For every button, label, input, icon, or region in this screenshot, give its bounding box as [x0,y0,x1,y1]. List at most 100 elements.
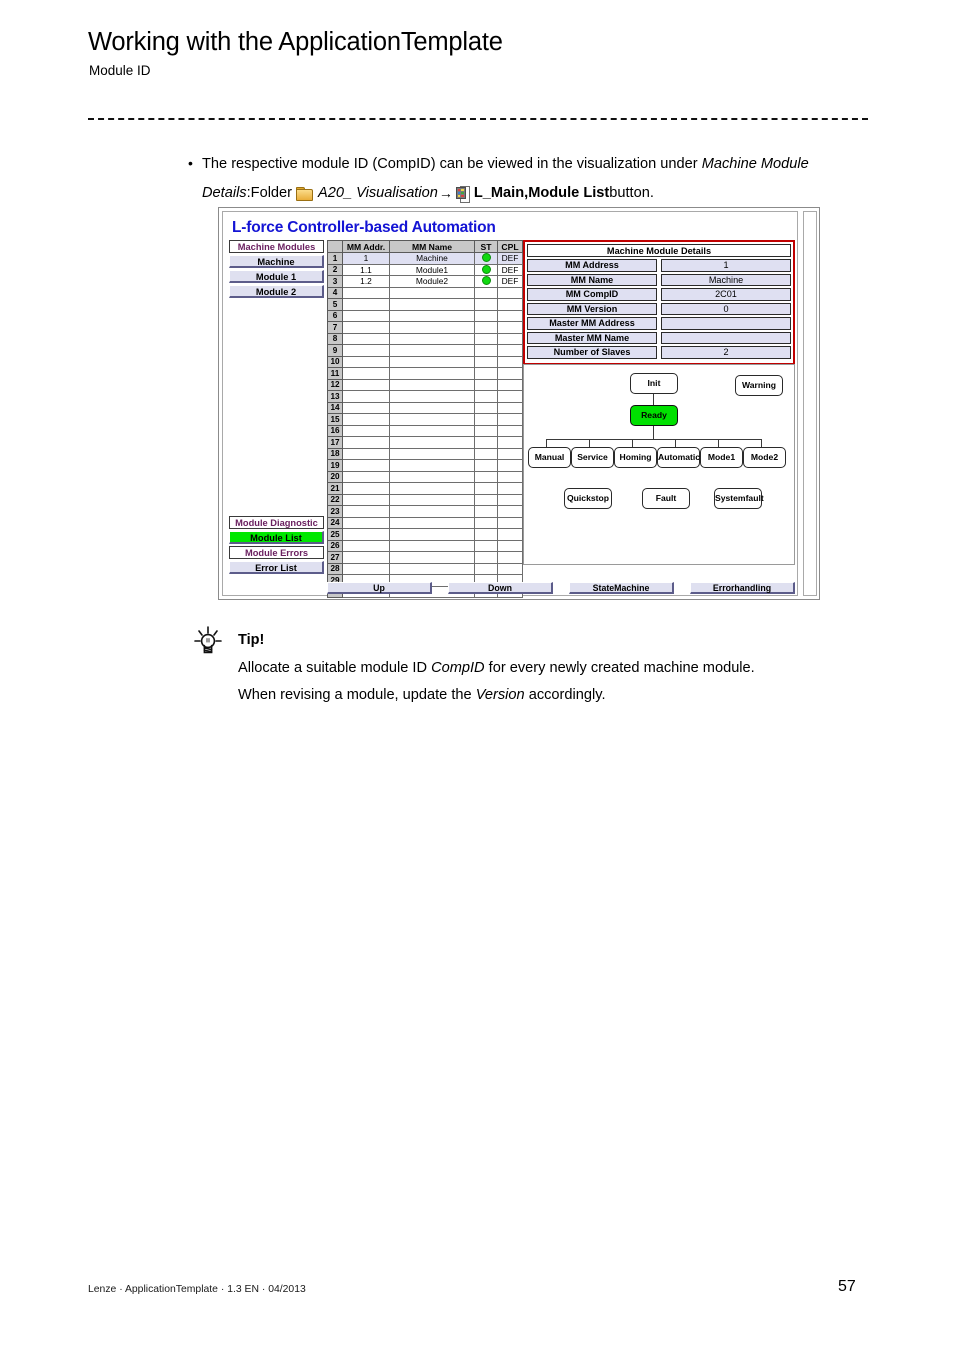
cell-mm-addr [342,470,390,483]
cell-cpl [497,355,523,368]
cell-mm-addr [342,424,390,437]
bullet-marker: • [188,155,193,171]
table-row[interactable]: 1 1 Machine DEF [327,252,523,265]
state-ready[interactable]: Ready [630,405,678,426]
connector-init-ready [653,394,655,405]
state-manual[interactable]: Manual [528,447,571,468]
sidebar-item-error-list[interactable]: Error List [229,561,324,574]
tip-heading: Tip! [238,632,265,648]
table-row[interactable]: 17 [327,436,523,449]
table-row[interactable]: 15 [327,413,523,426]
table-row[interactable]: 14 [327,401,523,414]
row-number: 15 [327,413,343,426]
sidebar-item-module-2[interactable]: Module 2 [229,285,324,298]
table-row[interactable]: 3 1.2 Module2 DEF [327,275,523,288]
cell-cpl [497,321,523,334]
state-homing[interactable]: Homing [614,447,657,468]
sidebar-item-machine[interactable]: Machine [229,255,324,268]
state-service[interactable]: Service [571,447,614,468]
table-row[interactable]: 28 [327,562,523,575]
bullet-italic-machine-module: Machine Module [701,156,809,172]
table-row[interactable]: 16 [327,424,523,437]
state-automatic[interactable]: Automatic [657,447,700,468]
row-number: 5 [327,298,343,311]
hmi-screenshot: L-force Controller-based Automation Mach… [218,207,820,600]
cell-cpl [497,459,523,472]
cell-status [474,505,498,518]
bullet-text-button: button. [609,185,654,201]
table-row[interactable]: 26 [327,539,523,552]
toolbar-up-button[interactable]: Up [327,582,432,594]
cell-cpl [497,332,523,345]
table-row[interactable]: 21 [327,482,523,495]
table-row[interactable]: 6 [327,309,523,322]
table-row[interactable]: 12 [327,378,523,391]
arrow-icon: → [438,185,453,201]
sidebar-item-module-1[interactable]: Module 1 [229,270,324,283]
cell-cpl [497,436,523,449]
details-value: 1 [661,259,791,272]
connector-horizontal-bus [546,439,762,441]
table-row[interactable]: 23 [327,505,523,518]
details-key: Master MM Name [527,331,657,344]
cell-status [474,470,498,483]
cell-mm-addr [342,528,390,541]
intro-bullet: • The respective module ID (CompID) can b… [188,152,888,204]
cell-mm-addr [342,321,390,334]
bullet-bold-module-list: Module List [528,185,610,201]
bullet-text-folder: :Folder [246,185,293,201]
cell-status [474,390,498,403]
state-systemfault[interactable]: Systemfault [714,488,764,509]
table-row[interactable]: 27 [327,551,523,564]
cell-status [474,413,498,426]
table-row[interactable]: 19 [327,459,523,472]
table-row[interactable]: 5 [327,298,523,311]
lightbulb-icon [194,626,222,654]
row-number: 8 [327,332,343,345]
cell-mm-addr [342,378,390,391]
row-number: 24 [327,516,343,529]
row-number: 18 [327,447,343,460]
table-row[interactable]: 2 1.1 Module1 DEF [327,263,523,276]
table-row[interactable]: 7 [327,321,523,334]
table-row[interactable]: 9 [327,344,523,357]
state-quickstop[interactable]: Quickstop [564,488,612,509]
state-init[interactable]: Init [630,373,678,394]
state-mode2[interactable]: Mode2 [743,447,786,468]
cell-status [474,562,498,575]
cell-cpl: DEF [497,263,523,276]
sidebar-item-module-list[interactable]: Module List [229,531,324,544]
table-row[interactable]: 24 [327,516,523,529]
row-number: 3 [327,275,343,288]
state-warning[interactable]: Warning [735,375,783,396]
cell-status [474,298,498,311]
toolbar-down-button[interactable]: Down [448,582,553,594]
row-number: 17 [327,436,343,449]
details-value [661,317,791,330]
table-row[interactable]: 13 [327,390,523,403]
state-mode1[interactable]: Mode1 [700,447,743,468]
cell-status [474,516,498,529]
cell-status [474,378,498,391]
table-row[interactable]: 25 [327,528,523,541]
state-fault[interactable]: Fault [642,488,690,509]
table-row[interactable]: 20 [327,470,523,483]
details-row: MM Name Machine [527,273,791,286]
details-key: MM Version [527,302,657,315]
status-ok-icon [481,253,491,263]
table-row[interactable]: 4 [327,286,523,299]
cell-mm-addr: 1 [342,252,390,265]
toolbar-errorhandling-button[interactable]: Errorhandling [690,582,795,594]
table-row[interactable]: 18 [327,447,523,460]
cell-mm-addr: 1.2 [342,275,390,288]
header-divider [88,118,868,120]
cell-mm-name [389,367,475,380]
toolbar-statemachine-button[interactable]: StateMachine [569,582,674,594]
machine-module-details-panel: Machine Module Details MM Address 1 MM Nam… [523,240,795,365]
table-row[interactable]: 11 [327,367,523,380]
table-row[interactable]: 8 [327,332,523,345]
cell-cpl [497,516,523,529]
table-row[interactable]: 10 [327,355,523,368]
table-row[interactable]: 22 [327,493,523,506]
cell-cpl [497,424,523,437]
